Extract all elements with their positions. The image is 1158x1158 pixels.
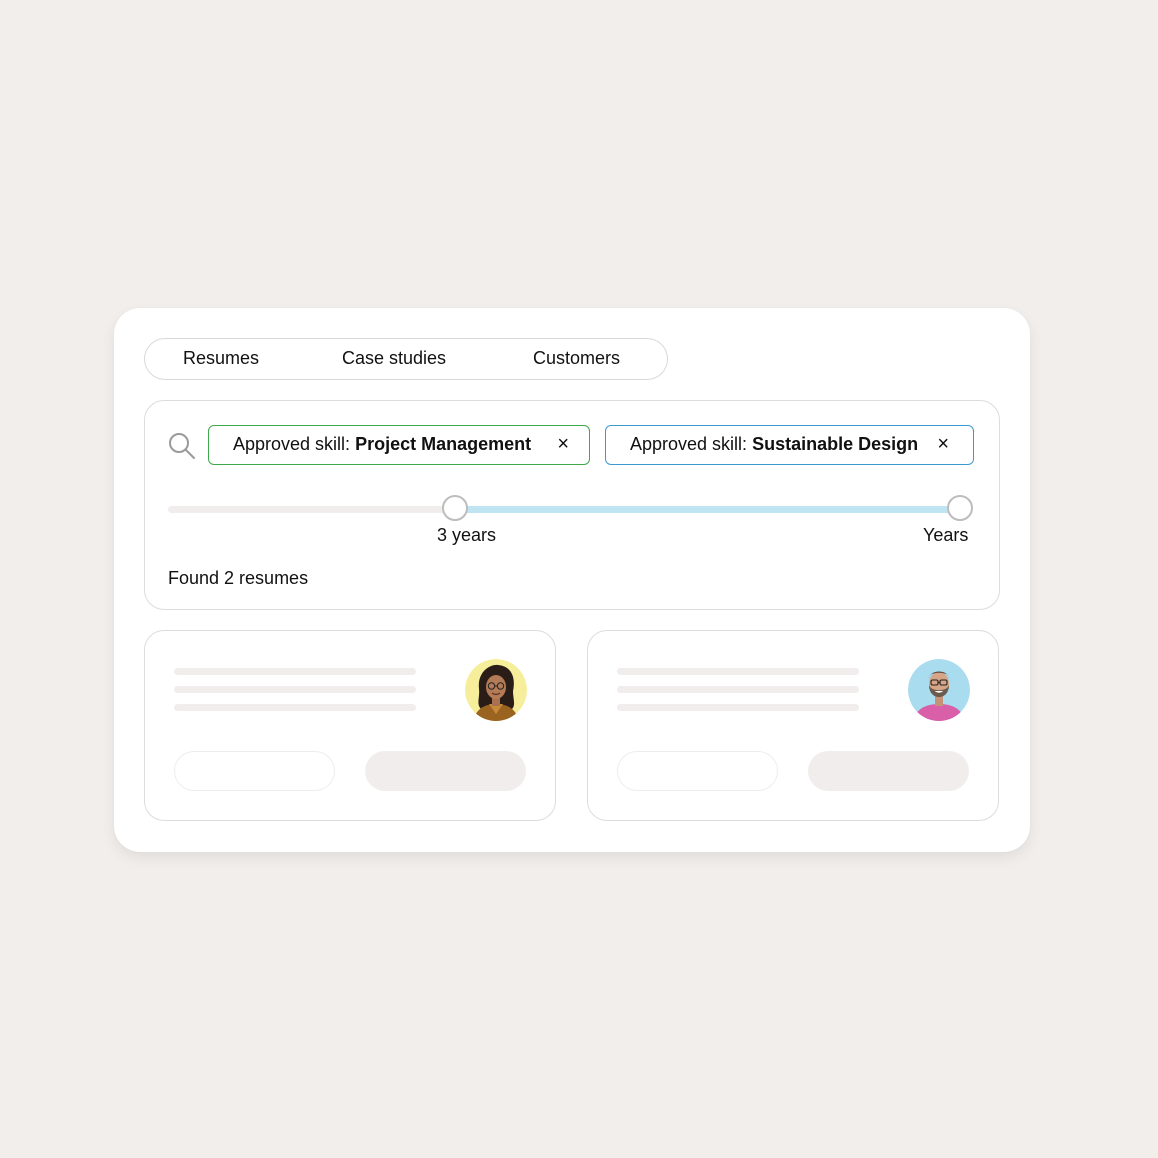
tab-resumes[interactable]: Resumes bbox=[183, 339, 259, 378]
experience-slider-min-handle[interactable] bbox=[442, 495, 468, 521]
close-icon[interactable]: × bbox=[937, 426, 949, 463]
text-placeholder-line bbox=[617, 686, 859, 693]
resume-card[interactable] bbox=[144, 630, 556, 821]
secondary-action-button[interactable] bbox=[174, 751, 335, 791]
search-icon[interactable] bbox=[167, 431, 197, 461]
filter-chip-project-management[interactable]: Approved skill: Project Management × bbox=[208, 425, 590, 465]
content-type-tabs: Resumes Case studies Customers bbox=[144, 338, 668, 380]
resume-card[interactable] bbox=[587, 630, 999, 821]
filter-chip-prefix: Approved skill: bbox=[233, 434, 356, 454]
experience-slider-max-handle[interactable] bbox=[947, 495, 973, 521]
tab-case-studies[interactable]: Case studies bbox=[342, 339, 446, 378]
slider-max-label: Years bbox=[923, 525, 969, 545]
experience-slider-track[interactable] bbox=[168, 506, 960, 513]
text-placeholder-line bbox=[174, 686, 416, 693]
avatar bbox=[908, 659, 970, 721]
filter-chip-prefix: Approved skill: bbox=[630, 434, 753, 454]
text-placeholder-line bbox=[617, 704, 859, 711]
primary-action-button[interactable] bbox=[365, 751, 526, 791]
secondary-action-button[interactable] bbox=[617, 751, 778, 791]
filter-chip-value: Project Management bbox=[355, 434, 532, 454]
text-placeholder-line bbox=[174, 668, 416, 675]
text-placeholder-line bbox=[617, 668, 859, 675]
search-panel: Approved skill: Project Management × App… bbox=[144, 400, 1000, 610]
results-count: Found 2 resumes bbox=[168, 568, 309, 588]
slider-min-label: 3 years bbox=[437, 525, 497, 545]
avatar bbox=[465, 659, 527, 721]
search-card: Resumes Case studies Customers Approved … bbox=[114, 308, 1030, 852]
close-icon[interactable]: × bbox=[557, 426, 569, 463]
tab-customers[interactable]: Customers bbox=[533, 339, 620, 378]
primary-action-button[interactable] bbox=[808, 751, 969, 791]
text-placeholder-line bbox=[174, 704, 416, 711]
experience-slider-range bbox=[453, 506, 960, 513]
filter-chip-sustainable-design[interactable]: Approved skill: Sustainable Design × bbox=[605, 425, 974, 465]
filter-chip-value: Sustainable Design bbox=[752, 434, 919, 454]
